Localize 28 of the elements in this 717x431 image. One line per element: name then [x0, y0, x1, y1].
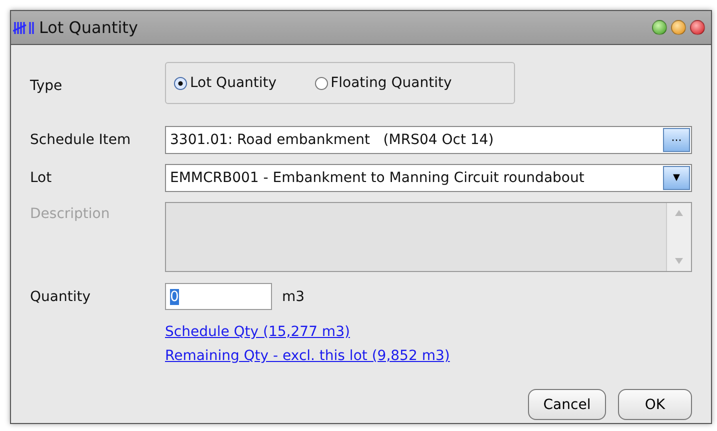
link[interactable]: Remaining Qty - excl. this lot (9,852 m3)	[165, 348, 450, 364]
field-label: Schedule Item	[30, 132, 132, 148]
dropdown-button[interactable]: ▼	[663, 166, 690, 190]
field-label: Type	[30, 76, 64, 94]
field-label: Description	[30, 205, 111, 222]
close-button[interactable]	[690, 20, 705, 35]
minimize-button[interactable]	[671, 20, 686, 35]
unit-label: m3	[282, 288, 305, 304]
schedule-item-field[interactable]: 3301.01: Road embankment (MRS04 Oct 14) ···	[165, 126, 692, 154]
field-label: Quantity	[30, 288, 92, 304]
radio-option[interactable]: Floating Quantity	[314, 75, 452, 91]
radio-button[interactable]	[314, 76, 328, 90]
scroll-up-icon[interactable]	[675, 210, 683, 216]
field-label: Lot	[30, 170, 53, 186]
tally-marks-icon	[13, 20, 37, 34]
maximize-button[interactable]	[652, 20, 667, 35]
dialog-button[interactable]: OK	[618, 389, 692, 420]
scroll-down-icon[interactable]	[675, 258, 683, 264]
dialog-button[interactable]: Cancel	[528, 389, 606, 420]
lot-dropdown[interactable]: EMMCRB001 - Embankment to Manning Circuit roundabout ▼	[165, 164, 692, 192]
radio-option[interactable]: Lot Quantity	[174, 75, 277, 91]
link[interactable]: Schedule Qty (15,277 m3)	[165, 324, 350, 340]
description-field[interactable]	[165, 202, 692, 272]
quantity-field[interactable]: 0	[165, 283, 272, 310]
window-title: Lot Quantity	[39, 18, 138, 37]
browse-button[interactable]: ···	[663, 128, 690, 152]
scrollbar[interactable]	[666, 203, 691, 271]
radio-button[interactable]	[174, 76, 187, 90]
